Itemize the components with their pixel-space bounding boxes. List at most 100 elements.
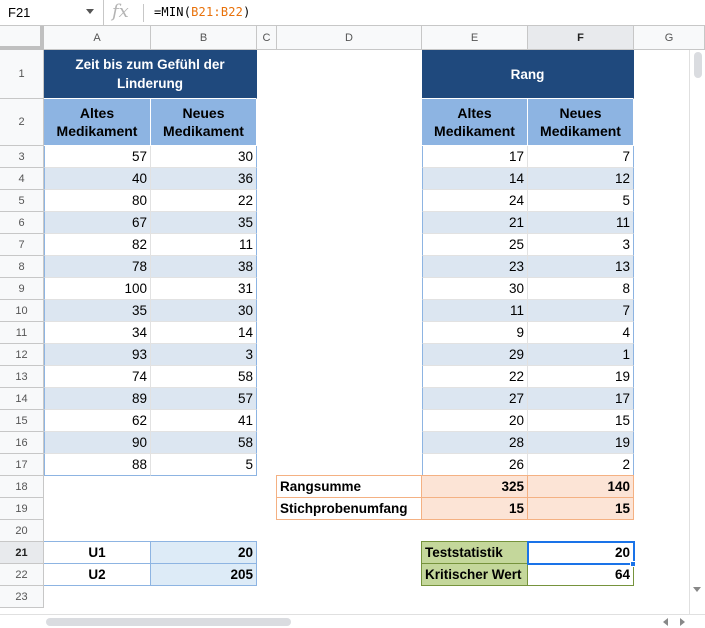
left-new-cell[interactable]: 30 — [151, 300, 257, 322]
left-old-cell[interactable]: 100 — [44, 278, 151, 300]
column-header-c[interactable]: C — [257, 26, 277, 50]
sample-size-label[interactable]: Stichprobenumfang — [276, 497, 422, 520]
left-new-cell[interactable]: 31 — [151, 278, 257, 300]
scroll-left-arrow-icon[interactable] — [663, 618, 668, 626]
right-old-cell[interactable]: 24 — [422, 190, 528, 212]
left-old-cell[interactable]: 80 — [44, 190, 151, 212]
row-header-23[interactable]: 23 — [0, 586, 44, 608]
sample-size-old[interactable]: 15 — [421, 497, 528, 520]
horizontal-scrollbar[interactable] — [0, 614, 705, 628]
column-header-a[interactable]: A — [44, 26, 151, 50]
right-new-cell[interactable]: 1 — [528, 344, 634, 366]
right-new-cell[interactable]: 15 — [528, 410, 634, 432]
row-header-11[interactable]: 11 — [0, 322, 44, 344]
right-old-cell[interactable]: 27 — [422, 388, 528, 410]
left-old-cell[interactable]: 93 — [44, 344, 151, 366]
fill-handle[interactable] — [630, 561, 636, 567]
vertical-scroll-thumb[interactable] — [694, 52, 702, 78]
right-old-cell[interactable]: 23 — [422, 256, 528, 278]
left-table-title[interactable]: Zeit bis zum Gefühl der Linderung — [44, 50, 257, 99]
left-new-cell[interactable]: 57 — [151, 388, 257, 410]
row-header-1[interactable]: 1 — [0, 50, 44, 99]
left-new-cell[interactable]: 41 — [151, 410, 257, 432]
right-old-cell[interactable]: 14 — [422, 168, 528, 190]
row-header-7[interactable]: 7 — [0, 234, 44, 256]
right-new-cell[interactable]: 11 — [528, 212, 634, 234]
left-old-cell[interactable]: 67 — [44, 212, 151, 234]
right-old-cell[interactable]: 29 — [422, 344, 528, 366]
column-header-d[interactable]: D — [277, 26, 422, 50]
left-new-cell[interactable]: 3 — [151, 344, 257, 366]
name-box[interactable]: F21 — [0, 0, 104, 26]
right-new-cell[interactable]: 12 — [528, 168, 634, 190]
right-new-cell[interactable]: 19 — [528, 366, 634, 388]
chevron-down-icon[interactable] — [86, 9, 94, 14]
row-header-15[interactable]: 15 — [0, 410, 44, 432]
right-old-cell[interactable]: 11 — [422, 300, 528, 322]
left-new-cell[interactable]: 38 — [151, 256, 257, 278]
right-old-cell[interactable]: 21 — [422, 212, 528, 234]
left-header-old[interactable]: Altes Medikament — [44, 99, 151, 146]
right-new-cell[interactable]: 4 — [528, 322, 634, 344]
critical-value-label[interactable]: Kritischer Wert — [421, 563, 528, 586]
test-statistic-label[interactable]: Teststatistik — [421, 541, 528, 564]
left-old-cell[interactable]: 88 — [44, 454, 151, 476]
scroll-down-arrow-icon[interactable] — [693, 587, 701, 592]
left-old-cell[interactable]: 90 — [44, 432, 151, 454]
u2-label[interactable]: U2 — [44, 563, 151, 586]
left-new-cell[interactable]: 58 — [151, 432, 257, 454]
vertical-scrollbar[interactable] — [689, 50, 705, 614]
right-old-cell[interactable]: 9 — [422, 322, 528, 344]
right-old-cell[interactable]: 25 — [422, 234, 528, 256]
rank-sum-label[interactable]: Rangsumme — [276, 475, 422, 498]
left-old-cell[interactable]: 82 — [44, 234, 151, 256]
row-header-19[interactable]: 19 — [0, 498, 44, 520]
right-new-cell[interactable]: 19 — [528, 432, 634, 454]
left-new-cell[interactable]: 36 — [151, 168, 257, 190]
row-header-12[interactable]: 12 — [0, 344, 44, 366]
row-header-21[interactable]: 21 — [0, 542, 44, 564]
column-header-g[interactable]: G — [634, 26, 705, 50]
left-old-cell[interactable]: 40 — [44, 168, 151, 190]
right-old-cell[interactable]: 20 — [422, 410, 528, 432]
scroll-right-arrow-icon[interactable] — [680, 618, 685, 626]
u1-label[interactable]: U1 — [44, 541, 151, 564]
row-header-2[interactable]: 2 — [0, 99, 44, 146]
left-old-cell[interactable]: 78 — [44, 256, 151, 278]
left-new-cell[interactable]: 30 — [151, 146, 257, 168]
u2-value[interactable]: 205 — [150, 563, 257, 586]
left-old-cell[interactable]: 89 — [44, 388, 151, 410]
row-header-18[interactable]: 18 — [0, 476, 44, 498]
left-old-cell[interactable]: 35 — [44, 300, 151, 322]
row-header-6[interactable]: 6 — [0, 212, 44, 234]
row-header-16[interactable]: 16 — [0, 432, 44, 454]
left-new-cell[interactable]: 11 — [151, 234, 257, 256]
row-header-22[interactable]: 22 — [0, 564, 44, 586]
row-header-14[interactable]: 14 — [0, 388, 44, 410]
left-old-cell[interactable]: 34 — [44, 322, 151, 344]
right-old-cell[interactable]: 22 — [422, 366, 528, 388]
critical-value-value[interactable]: 64 — [527, 563, 634, 586]
row-header-10[interactable]: 10 — [0, 300, 44, 322]
row-header-5[interactable]: 5 — [0, 190, 44, 212]
right-table-title[interactable]: Rang — [422, 50, 634, 99]
right-new-cell[interactable]: 13 — [528, 256, 634, 278]
right-old-cell[interactable]: 28 — [422, 432, 528, 454]
left-old-cell[interactable]: 57 — [44, 146, 151, 168]
left-old-cell[interactable]: 62 — [44, 410, 151, 432]
left-new-cell[interactable]: 58 — [151, 366, 257, 388]
left-new-cell[interactable]: 5 — [151, 454, 257, 476]
sample-size-new[interactable]: 15 — [527, 497, 634, 520]
column-header-f[interactable]: F — [528, 26, 634, 50]
row-header-4[interactable]: 4 — [0, 168, 44, 190]
formula-input[interactable]: =MIN(B21:B22) — [154, 5, 251, 19]
right-new-cell[interactable]: 17 — [528, 388, 634, 410]
horizontal-scroll-thumb[interactable] — [46, 618, 291, 626]
row-header-13[interactable]: 13 — [0, 366, 44, 388]
left-new-cell[interactable]: 14 — [151, 322, 257, 344]
select-all-corner[interactable] — [0, 26, 44, 50]
right-new-cell[interactable]: 8 — [528, 278, 634, 300]
right-new-cell[interactable]: 2 — [528, 454, 634, 476]
right-new-cell[interactable]: 5 — [528, 190, 634, 212]
row-header-17[interactable]: 17 — [0, 454, 44, 476]
